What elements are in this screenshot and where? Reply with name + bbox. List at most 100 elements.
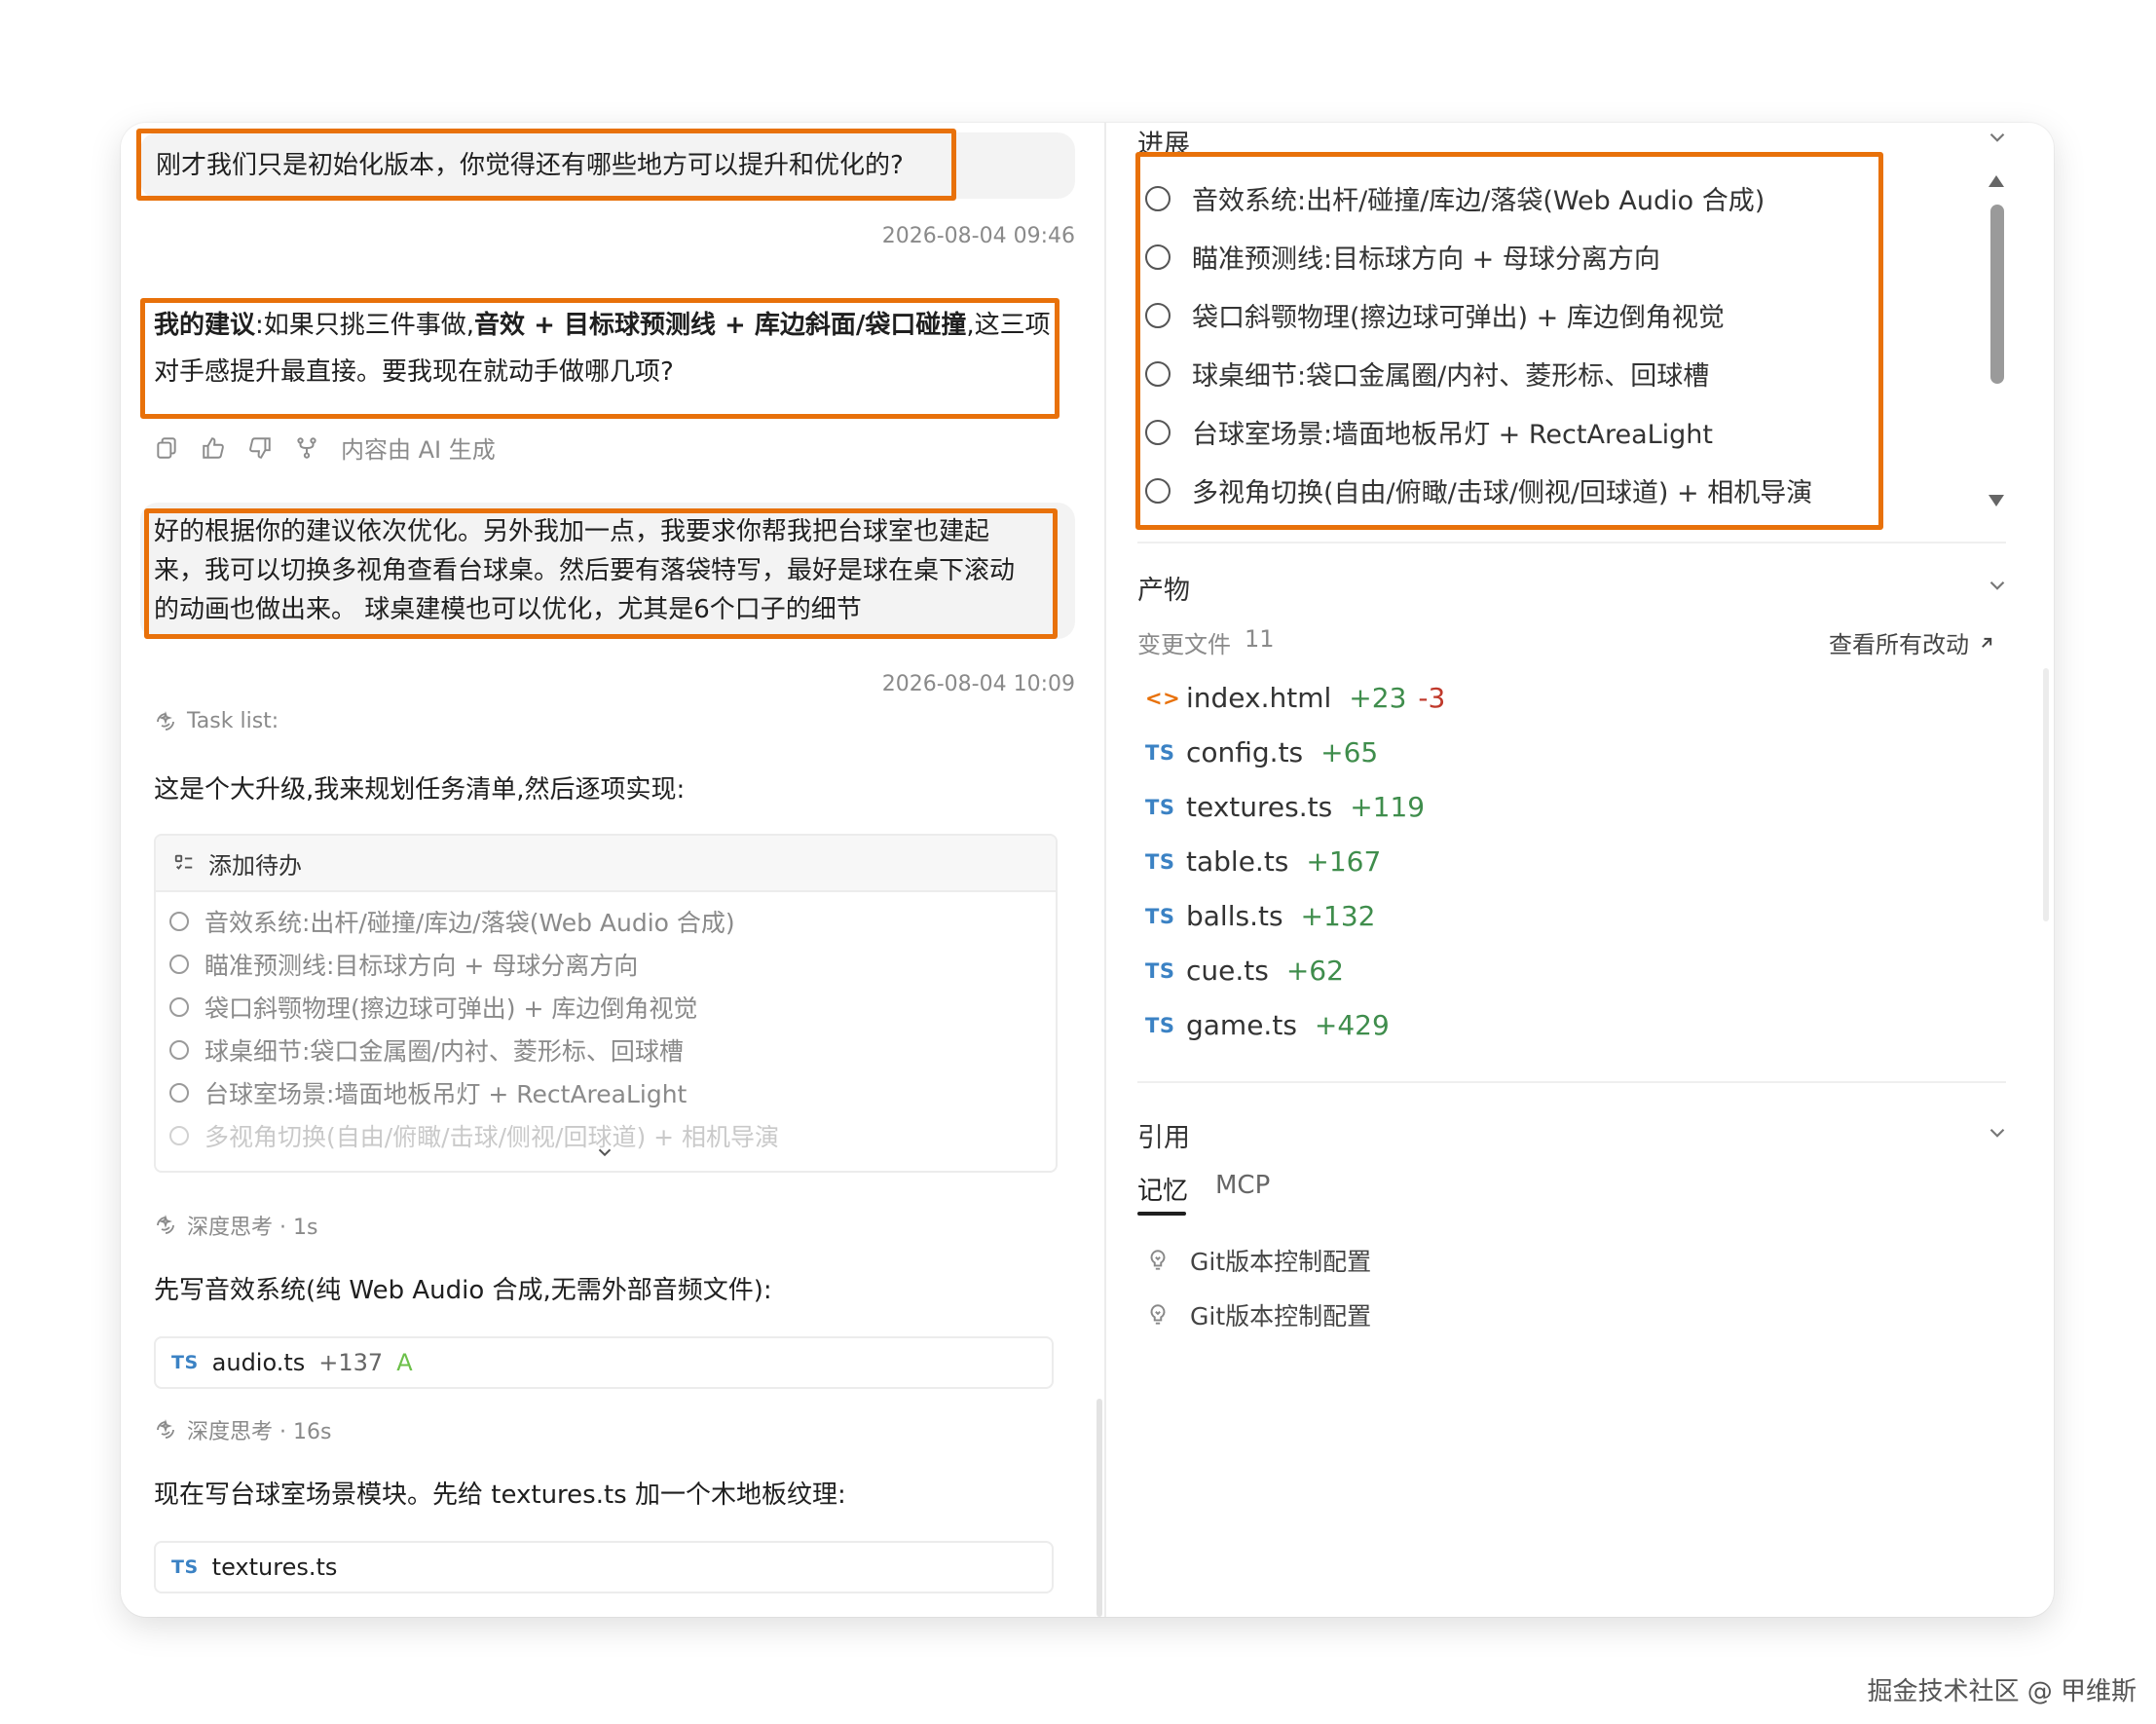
todo-item-label: 袋口斜颚物理(擦边球可弹出) + 库边倒角视觉: [204, 994, 698, 1023]
todo-card-title: 添加待办: [208, 851, 302, 880]
progress-collapse-chevron-icon[interactable]: [1985, 125, 2010, 150]
html-file-icon: <>: [1145, 686, 1181, 710]
checklist-icon: [174, 854, 193, 870]
artifact-file-additions: +23: [1349, 682, 1407, 714]
todo-item[interactable]: 台球室场景:墙面地板吊灯 + RectAreaLight: [156, 1071, 1056, 1114]
artifact-file-row[interactable]: TS textures.ts +119: [1145, 791, 1425, 823]
todo-checkbox-icon[interactable]: [169, 1040, 189, 1060]
ts-file-icon: TS: [1145, 795, 1175, 819]
tab-memory-underline: [1137, 1212, 1186, 1216]
ts-file-icon: TS: [171, 1556, 199, 1578]
artifact-file-row[interactable]: <> index.html +23 -3: [1145, 682, 1445, 714]
highlight-box-message-2: [144, 508, 1058, 639]
branch-icon[interactable]: [294, 435, 319, 461]
progress-scrollbar-thumb[interactable]: [1990, 205, 2004, 384]
texture-text: 现在写台球室场景模块。先给 textures.ts 加一个木地板纹理:: [154, 1480, 846, 1510]
references-collapse-chevron-icon[interactable]: [1985, 1120, 2010, 1145]
memory-item-label: Git版本控制配置: [1190, 1248, 1372, 1276]
ts-file-icon: TS: [1145, 958, 1175, 983]
artifact-file-name: index.html: [1186, 682, 1332, 714]
memory-icon: [1150, 1304, 1166, 1325]
artifact-file-additions: +429: [1314, 1009, 1390, 1041]
memory-icon: [1150, 1250, 1166, 1270]
artifact-file-deletions: -3: [1418, 682, 1446, 714]
artifact-file-name: game.ts: [1186, 1009, 1297, 1041]
memory-item-label: Git版本控制配置: [1190, 1302, 1372, 1330]
todo-item[interactable]: 瞄准预测线:目标球方向 + 母球分离方向: [156, 943, 1056, 986]
artifacts-collapse-chevron-icon[interactable]: [1985, 573, 2010, 598]
artifact-file-row[interactable]: TS game.ts +429: [1145, 1009, 1390, 1041]
section-divider: [1137, 1081, 2006, 1083]
sparkle-icon: [157, 710, 174, 731]
highlight-box-progress: [1135, 152, 1883, 530]
deep-think-2[interactable]: 深度思考 · 16s: [154, 1414, 331, 1445]
todo-checkbox-icon[interactable]: [169, 912, 189, 931]
ts-file-icon: TS: [1145, 740, 1175, 765]
todo-card: 添加待办 音效系统:出杆/碰撞/库边/落袋(Web Audio 合成) 瞄准预测…: [154, 834, 1058, 1173]
todo-item[interactable]: 袋口斜颚物理(擦边球可弹出) + 库边倒角视觉: [156, 986, 1056, 1029]
todo-item-label: 台球室场景:墙面地板吊灯 + RectAreaLight: [204, 1080, 688, 1108]
todo-checkbox-icon[interactable]: [169, 997, 189, 1017]
artifact-file-name: table.ts: [1186, 845, 1289, 878]
artifact-file-name: cue.ts: [1186, 955, 1269, 987]
thumbs-up-icon[interactable]: [201, 435, 226, 461]
artifact-file-additions: +62: [1285, 955, 1344, 987]
section-divider: [1137, 542, 2006, 543]
scroll-down-arrow-icon[interactable]: [1987, 493, 2006, 508]
todo-item-label: 瞄准预测线:目标球方向 + 母球分离方向: [204, 952, 639, 980]
plan-text: 这是个大升级,我来规划任务清单,然后逐项实现:: [154, 775, 686, 805]
task-list-label: Task list:: [187, 709, 279, 733]
scroll-up-arrow-icon[interactable]: [1987, 173, 2006, 189]
timestamp-1: 2026-08-04 09:46: [881, 224, 1075, 248]
task-list-header: Task list:: [154, 709, 279, 733]
audio-text: 先写音效系统(纯 Web Audio 合成,无需外部音频文件):: [154, 1276, 772, 1305]
chat-panel: 刚才我们只是初始化版本，你觉得还有哪些地方可以提升和优化的? 2026-08-0…: [121, 123, 1104, 1617]
chat-scrollbar[interactable]: [1097, 1399, 1102, 1617]
thumbs-down-icon[interactable]: [247, 435, 273, 461]
artifact-file-name: balls.ts: [1186, 900, 1283, 932]
ts-file-icon: TS: [1145, 1013, 1175, 1037]
artifact-file-row[interactable]: TS config.ts +65: [1145, 736, 1378, 768]
tab-memory[interactable]: 记忆: [1137, 1171, 1188, 1207]
memory-item[interactable]: Git版本控制配置: [1145, 1297, 1371, 1332]
file-card-textures[interactable]: TS textures.ts: [154, 1541, 1054, 1593]
external-arrow-icon: [1982, 637, 1992, 648]
sparkle-icon: [157, 1419, 174, 1439]
file-name: audio.ts: [211, 1349, 306, 1376]
file-additions: +137: [318, 1349, 384, 1376]
copy-icon[interactable]: [154, 435, 179, 461]
todo-item-label: 球桌细节:袋口金属圈/内衬、菱形标、回球槽: [204, 1037, 684, 1066]
todo-item[interactable]: 球桌细节:袋口金属圈/内衬、菱形标、回球槽: [156, 1029, 1056, 1071]
ts-file-icon: TS: [1145, 904, 1175, 928]
tab-mcp[interactable]: MCP: [1215, 1171, 1270, 1200]
artifact-file-row[interactable]: TS table.ts +167: [1145, 845, 1381, 878]
changed-files-label: 变更文件: [1137, 631, 1231, 658]
artifact-file-additions: +119: [1350, 791, 1426, 823]
expand-chevron-icon[interactable]: [594, 1142, 615, 1163]
artifact-file-row[interactable]: TS cue.ts +62: [1145, 955, 1344, 987]
todo-checkbox-icon[interactable]: [169, 1083, 189, 1103]
todo-checkbox-icon[interactable]: [169, 955, 189, 974]
references-title: 引用: [1137, 1123, 1190, 1153]
artifact-file-additions: +167: [1306, 845, 1382, 878]
file-card-audio[interactable]: TS audio.ts +137 A: [154, 1336, 1054, 1389]
todo-item[interactable]: 音效系统:出杆/碰撞/库边/落袋(Web Audio 合成): [156, 900, 1056, 943]
ai-generated-note: 内容由 AI 生成: [341, 436, 496, 464]
artifact-file-row[interactable]: TS balls.ts +132: [1145, 900, 1375, 932]
todo-card-header: 添加待办: [156, 836, 1056, 892]
watermark: 掘金技术社区 @ 甲维斯: [1867, 1677, 2137, 1706]
ts-file-icon: TS: [171, 1352, 199, 1373]
artifact-file-additions: +65: [1320, 736, 1379, 768]
memory-item[interactable]: Git版本控制配置: [1145, 1243, 1371, 1278]
view-all-changes-link[interactable]: 查看所有改动: [1829, 625, 1996, 659]
artifact-file-name: textures.ts: [1186, 791, 1333, 823]
todo-item-label: 多视角切换(自由/俯瞰/击球/侧视/回球道) + 相机导演: [204, 1123, 780, 1151]
artifact-file-name: config.ts: [1186, 736, 1304, 768]
changed-files-count: 11: [1245, 625, 1275, 653]
deep-think-1-label: 深度思考 · 1s: [187, 1216, 318, 1240]
timestamp-2: 2026-08-04 10:09: [881, 672, 1075, 696]
todo-checkbox-icon[interactable]: [169, 1126, 189, 1145]
deep-think-1[interactable]: 深度思考 · 1s: [154, 1210, 317, 1241]
changed-files-summary: 变更文件 11: [1137, 625, 1275, 659]
panel-scrollbar[interactable]: [2043, 668, 2049, 921]
